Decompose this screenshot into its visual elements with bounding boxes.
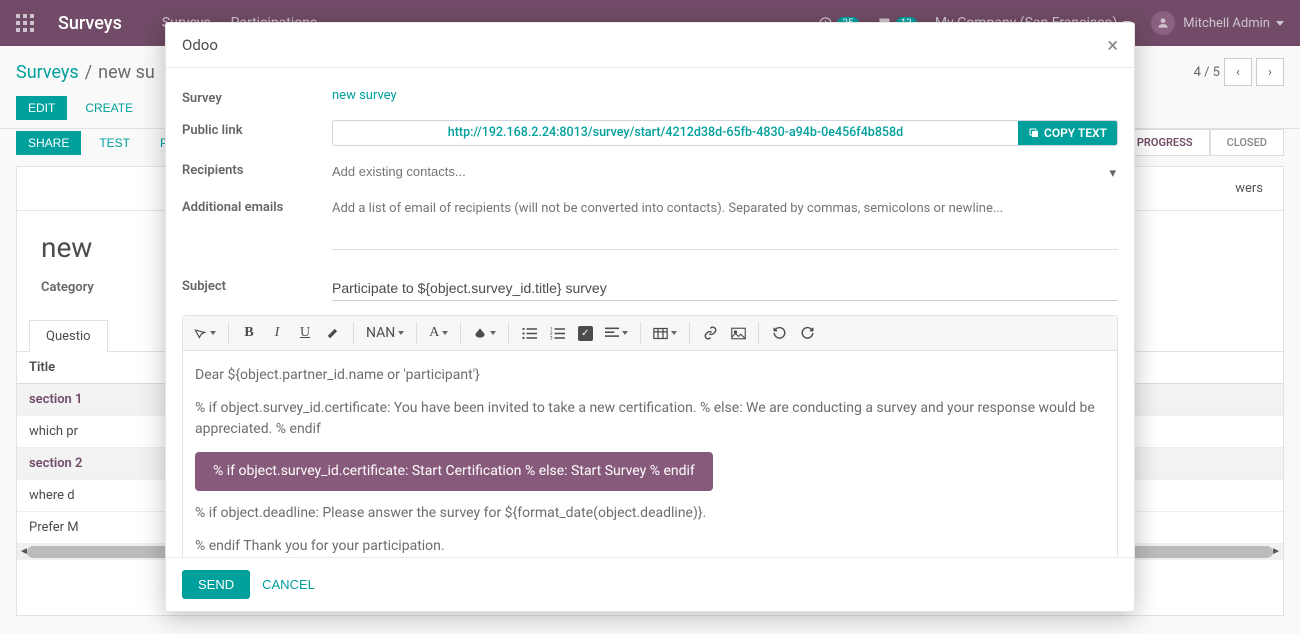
subject-label: Subject: [182, 276, 332, 294]
send-button[interactable]: Send: [182, 570, 250, 599]
modal-footer: Send Cancel: [166, 557, 1134, 611]
subject-input[interactable]: [332, 276, 1118, 301]
redo-button[interactable]: [799, 326, 815, 340]
bold-button[interactable]: B: [241, 325, 257, 341]
survey-name-link[interactable]: new survey: [332, 88, 397, 103]
chevron-down-icon[interactable]: ▾: [1109, 166, 1116, 181]
copy-text-button[interactable]: COPY TEXT: [1018, 121, 1117, 145]
copy-icon: [1028, 127, 1040, 139]
body-cta-button[interactable]: % if object.survey_id.certificate: Start…: [195, 452, 713, 491]
format-dropdown[interactable]: [193, 326, 216, 340]
align-dropdown[interactable]: [605, 327, 628, 339]
close-icon[interactable]: ×: [1107, 35, 1118, 55]
italic-button[interactable]: I: [269, 325, 285, 341]
bg-color-dropdown[interactable]: [473, 326, 496, 340]
highlight-button[interactable]: [325, 326, 341, 340]
ordered-list-button[interactable]: 123: [549, 327, 565, 340]
modal-body: Survey new survey Public link http://192…: [166, 68, 1134, 557]
checklist-button[interactable]: ✓: [577, 326, 593, 341]
bullet-list-button[interactable]: [521, 327, 537, 340]
undo-button[interactable]: [771, 326, 787, 340]
rte-content[interactable]: Dear ${object.partner_id.name or 'partic…: [183, 351, 1117, 557]
share-modal: Odoo × Survey new survey Public link htt…: [165, 22, 1135, 612]
body-thanks: % endif Thank you for your participation…: [195, 536, 1105, 557]
rte-toolbar: B I U NAN A 123 ✓: [183, 316, 1117, 351]
table-dropdown[interactable]: [653, 327, 677, 340]
image-button[interactable]: [730, 327, 746, 340]
svg-text:3: 3: [550, 335, 553, 340]
modal-header: Odoo ×: [166, 23, 1134, 68]
public-link-url[interactable]: http://192.168.2.24:8013/survey/start/42…: [333, 121, 1018, 145]
rich-text-editor: B I U NAN A 123 ✓: [182, 315, 1118, 557]
underline-button[interactable]: U: [297, 325, 313, 341]
text-color-dropdown[interactable]: A: [429, 325, 448, 341]
emails-label: Additional emails: [182, 197, 332, 215]
survey-label: Survey: [182, 88, 332, 106]
link-button[interactable]: [702, 326, 718, 340]
modal-title: Odoo: [182, 36, 218, 54]
recipients-label: Recipients: [182, 160, 332, 178]
recipients-input[interactable]: [332, 160, 1118, 183]
public-link-label: Public link: [182, 120, 332, 138]
cancel-button[interactable]: Cancel: [262, 577, 315, 592]
body-intro: % if object.survey_id.certificate: You h…: [195, 398, 1105, 440]
body-greeting: Dear ${object.partner_id.name or 'partic…: [195, 365, 1105, 386]
emails-textarea[interactable]: [332, 197, 1118, 250]
font-size-dropdown[interactable]: NAN: [366, 325, 404, 341]
body-deadline: % if object.deadline: Please answer the …: [195, 503, 1105, 524]
public-link-bar: http://192.168.2.24:8013/survey/start/42…: [332, 120, 1118, 146]
